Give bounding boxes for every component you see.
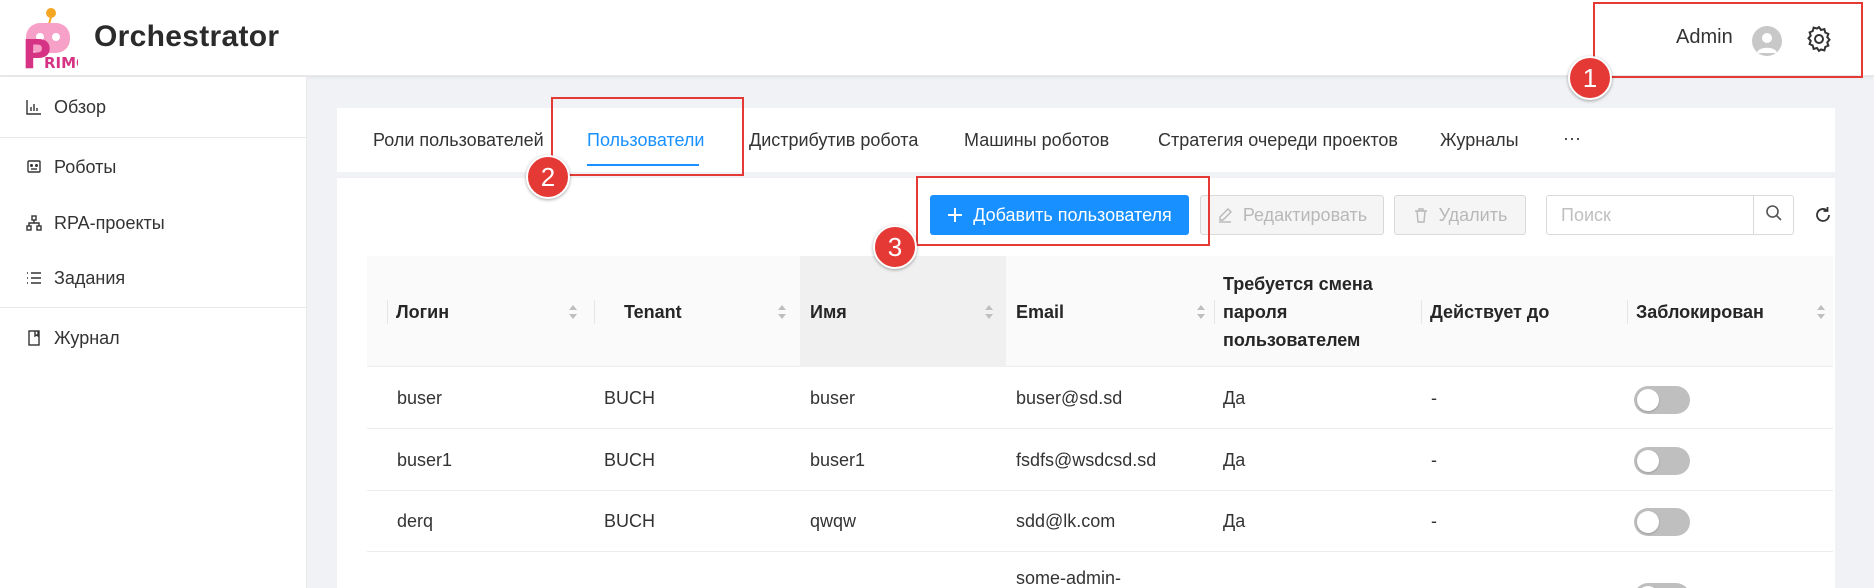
table-header: Логин Tenant Имя Email Требуется смена п… bbox=[367, 256, 1833, 367]
sidebar-divider bbox=[0, 137, 307, 138]
blocked-toggle[interactable] bbox=[1634, 508, 1690, 536]
sidebar-item-label: Роботы bbox=[54, 156, 117, 177]
cell-login: buser1 bbox=[397, 450, 453, 470]
annotation-box-3 bbox=[916, 176, 1210, 246]
column-header-login[interactable]: Логин bbox=[367, 256, 587, 367]
edit-label: Редактировать bbox=[1242, 204, 1368, 225]
refresh-icon[interactable] bbox=[1812, 204, 1834, 226]
tab-robot-machines[interactable]: Машины роботов bbox=[964, 108, 1109, 172]
column-header-password-change[interactable]: Требуется смена пароля пользователем bbox=[1212, 256, 1418, 367]
sidebar-item-label: Обзор bbox=[54, 96, 106, 117]
tabs-more-button[interactable]: ··· bbox=[1563, 106, 1581, 170]
pencil-icon bbox=[1217, 207, 1233, 223]
primo-logo[interactable]: P RIMO bbox=[18, 4, 89, 78]
column-header-email[interactable]: Email bbox=[1006, 256, 1212, 367]
cell-tenant: BUCH bbox=[604, 450, 656, 470]
cell-tenant: BUCH bbox=[604, 388, 656, 408]
sort-icon[interactable] bbox=[1816, 302, 1826, 322]
sidebar-item-rpa-projects[interactable]: RPA-проекты bbox=[0, 203, 307, 243]
tab-user-roles[interactable]: Роли пользователей bbox=[373, 108, 544, 172]
delete-button[interactable]: Удалить bbox=[1394, 195, 1526, 235]
annotation-box-2 bbox=[551, 97, 744, 176]
cell-password-change: Да bbox=[1223, 450, 1246, 470]
sort-icon[interactable] bbox=[777, 302, 787, 322]
tab-robot-distribution[interactable]: Дистрибутив робота bbox=[749, 108, 918, 172]
search-box bbox=[1546, 195, 1794, 235]
app-title: Orchestrator bbox=[94, 20, 280, 53]
cell-email: buser@sd.sd bbox=[1016, 388, 1123, 408]
trash-icon bbox=[1413, 207, 1429, 223]
sidebar-item-overview[interactable]: Обзор bbox=[0, 87, 307, 127]
blocked-toggle[interactable] bbox=[1634, 386, 1690, 414]
sidebar: Обзор Роботы RPA-проекты Задания Журнал bbox=[0, 77, 307, 588]
column-header-blocked[interactable]: Заблокирован bbox=[1624, 256, 1833, 367]
sort-icon[interactable] bbox=[984, 302, 994, 322]
cell-email: fsdfs@wsdcsd.sd bbox=[1016, 450, 1157, 470]
robot-icon bbox=[26, 159, 42, 175]
sidebar-item-label: Журнал bbox=[54, 327, 120, 348]
tab-queue-strategy[interactable]: Стратегия очереди проектов bbox=[1158, 108, 1398, 172]
edit-button[interactable]: Редактировать bbox=[1200, 195, 1384, 235]
cell-tenant: BUCH bbox=[604, 511, 656, 531]
cell-valid-until: - bbox=[1431, 450, 1437, 470]
sidebar-divider bbox=[0, 307, 307, 308]
cell-valid-until: - bbox=[1431, 511, 1437, 531]
list-icon bbox=[26, 270, 42, 286]
delete-label: Удалить bbox=[1438, 204, 1508, 225]
cell-email: some-admin- bbox=[1016, 568, 1122, 588]
search-icon bbox=[1765, 204, 1783, 227]
column-header-valid-until[interactable]: Действует до bbox=[1418, 256, 1624, 367]
annotation-badge-2: 2 bbox=[526, 155, 570, 199]
sort-icon[interactable] bbox=[568, 302, 578, 322]
logo-text: RIMO bbox=[44, 54, 78, 70]
cell-valid-until: - bbox=[1431, 388, 1437, 408]
search-button[interactable] bbox=[1753, 196, 1793, 234]
column-header-tenant[interactable]: Tenant bbox=[587, 256, 793, 367]
sidebar-item-label: Задания bbox=[54, 267, 126, 288]
search-input[interactable] bbox=[1547, 196, 1755, 234]
blocked-toggle[interactable] bbox=[1634, 447, 1690, 475]
blocked-toggle[interactable] bbox=[1634, 583, 1690, 588]
cell-email: sdd@lk.com bbox=[1016, 511, 1116, 531]
cell-name: buser bbox=[810, 388, 856, 408]
annotation-badge-1: 1 bbox=[1568, 56, 1612, 100]
cell-login: buser bbox=[397, 388, 443, 408]
hierarchy-icon bbox=[26, 215, 42, 231]
cell-name: qwqw bbox=[810, 511, 857, 531]
tab-logs[interactable]: Журналы bbox=[1440, 108, 1519, 172]
column-header-name[interactable]: Имя bbox=[800, 256, 1006, 367]
sidebar-item-journal[interactable]: Журнал bbox=[0, 318, 307, 358]
sidebar-item-label: RPA-проекты bbox=[54, 212, 165, 233]
annotation-badge-3: 3 bbox=[873, 225, 917, 269]
book-icon bbox=[26, 330, 42, 346]
annotation-box-1 bbox=[1593, 2, 1863, 78]
cell-name: buser1 bbox=[810, 450, 866, 470]
sort-icon[interactable] bbox=[1196, 302, 1206, 322]
bar-chart-icon bbox=[26, 99, 42, 115]
cell-password-change: Да bbox=[1223, 511, 1246, 531]
sidebar-item-tasks[interactable]: Задания bbox=[0, 258, 307, 298]
cell-password-change: Да bbox=[1223, 388, 1246, 408]
sidebar-item-robots[interactable]: Роботы bbox=[0, 147, 307, 187]
cell-login: derq bbox=[397, 511, 434, 531]
